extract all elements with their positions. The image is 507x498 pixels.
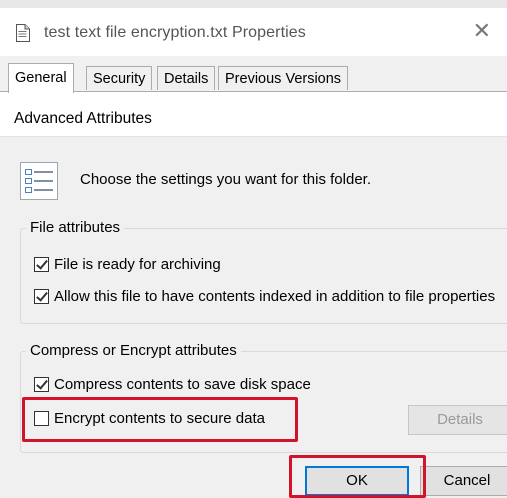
file-attributes-group — [20, 228, 507, 324]
tab-general[interactable]: General — [8, 63, 74, 93]
close-icon[interactable]: ✕ — [473, 20, 491, 42]
settings-list-icon — [20, 162, 58, 200]
cancel-button[interactable]: Cancel — [420, 466, 507, 496]
encrypt-checkbox-row[interactable]: Encrypt contents to secure data — [34, 410, 265, 427]
text-file-icon — [16, 24, 30, 42]
archive-checkbox[interactable] — [34, 257, 49, 272]
ok-button[interactable]: OK — [305, 466, 409, 496]
index-checkbox-row[interactable]: Allow this file to have contents indexed… — [34, 288, 495, 305]
archive-label: File is ready for archiving — [54, 256, 221, 273]
dialog-title: Advanced Attributes — [14, 110, 152, 127]
window-title: test text file encryption.txt Properties — [44, 24, 306, 41]
encrypt-label: Encrypt contents to secure data — [54, 410, 265, 427]
top-strip — [0, 0, 507, 8]
tab-previous-versions[interactable]: Previous Versions — [218, 66, 349, 90]
dialog-description: Choose the settings you want for this fo… — [80, 171, 371, 188]
compress-checkbox-row[interactable]: Compress contents to save disk space — [34, 376, 311, 393]
compress-label: Compress contents to save disk space — [54, 376, 311, 393]
archive-checkbox-row[interactable]: File is ready for archiving — [34, 256, 221, 273]
index-checkbox[interactable] — [34, 289, 49, 304]
compress-checkbox[interactable] — [34, 377, 49, 392]
encrypt-checkbox[interactable] — [34, 411, 49, 426]
details-button[interactable]: Details — [408, 405, 507, 435]
title-bar: test text file encryption.txt Properties… — [0, 8, 507, 56]
file-attributes-label: File attributes — [26, 219, 125, 236]
tab-details[interactable]: Details — [157, 66, 216, 90]
compress-encrypt-group — [20, 351, 507, 453]
compress-encrypt-label: Compress or Encrypt attributes — [26, 342, 241, 359]
index-label: Allow this file to have contents indexed… — [54, 288, 496, 305]
tab-security[interactable]: Security — [86, 66, 153, 90]
